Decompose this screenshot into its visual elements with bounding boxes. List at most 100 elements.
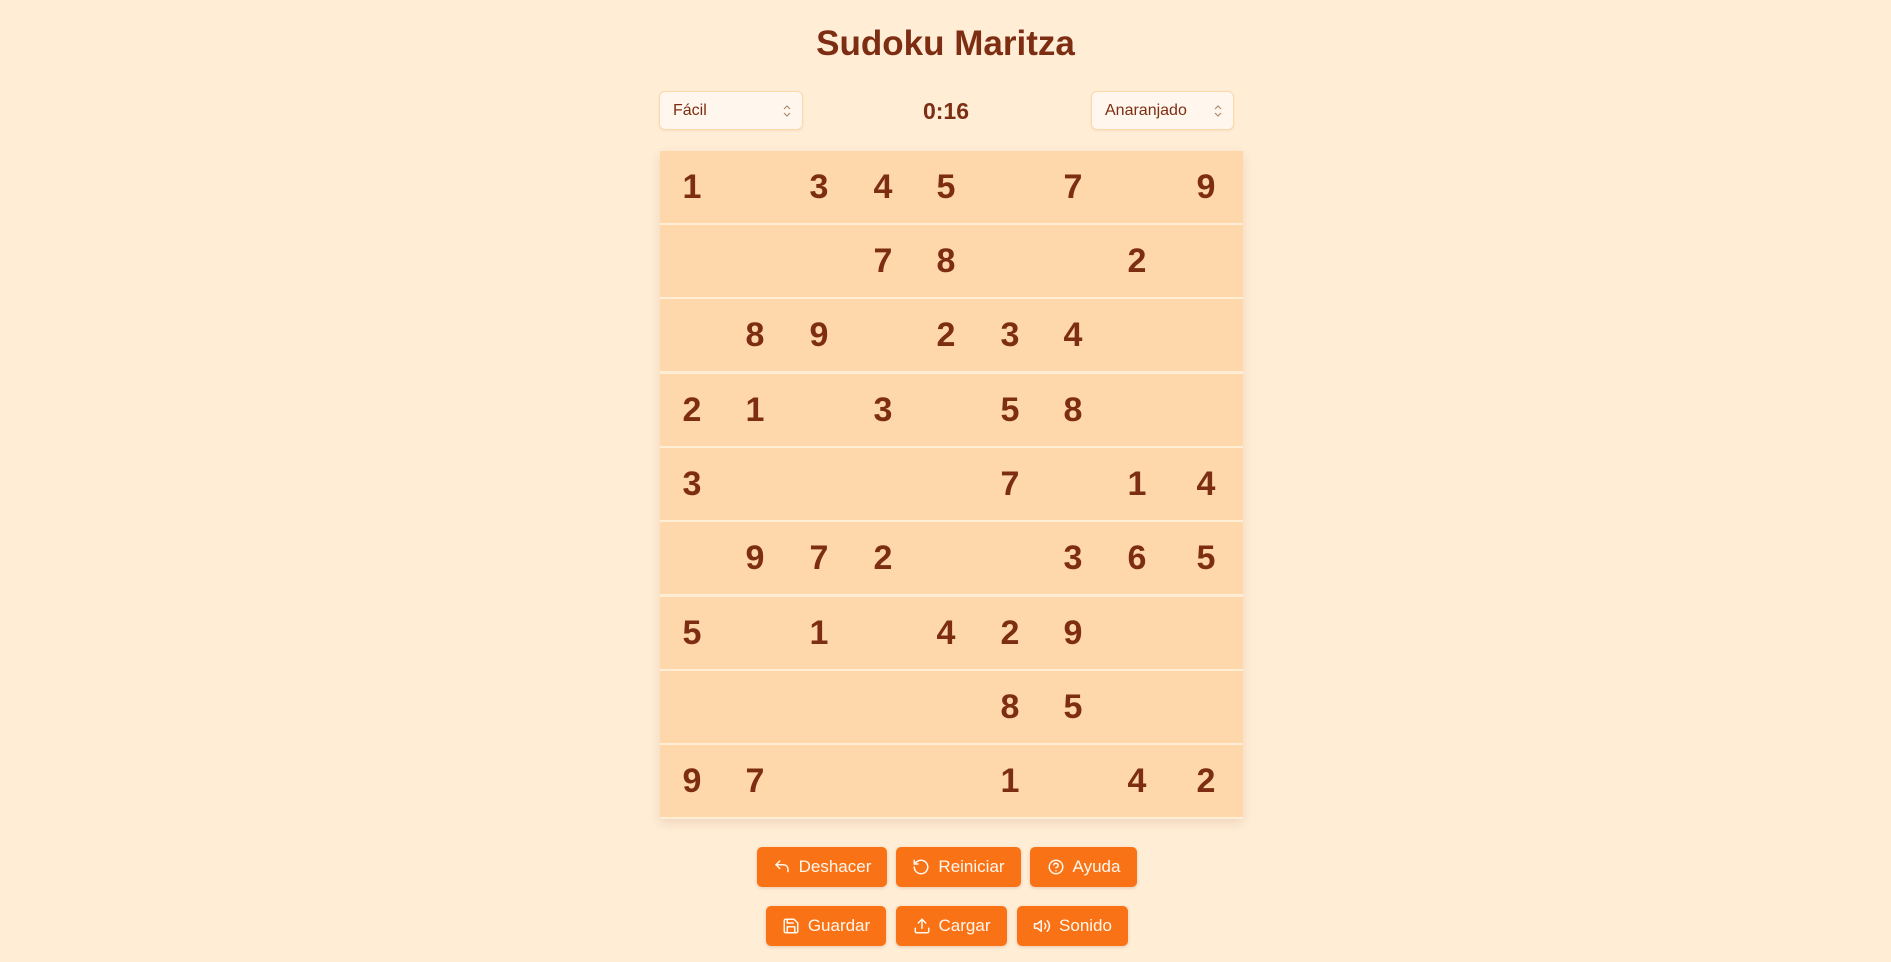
- sudoku-cell[interactable]: 9: [660, 745, 724, 817]
- sudoku-cell[interactable]: [1105, 151, 1169, 223]
- sudoku-cell[interactable]: 7: [851, 225, 915, 297]
- sudoku-cell[interactable]: [723, 448, 787, 520]
- sudoku-cell[interactable]: [787, 745, 851, 817]
- load-button[interactable]: Cargar: [896, 906, 1007, 946]
- sudoku-cell[interactable]: 9: [1169, 151, 1243, 223]
- sudoku-cell[interactable]: 5: [1041, 671, 1105, 743]
- sudoku-cell[interactable]: 2: [978, 597, 1042, 669]
- sudoku-cell[interactable]: 4: [1169, 448, 1243, 520]
- sudoku-board: 1345797828923421358371497236551429859714…: [660, 151, 1243, 819]
- reset-button-label: Reiniciar: [938, 857, 1005, 876]
- sudoku-cell[interactable]: [787, 671, 851, 743]
- sudoku-cell[interactable]: [1105, 597, 1169, 669]
- sudoku-cell[interactable]: [851, 597, 915, 669]
- sudoku-cell[interactable]: [1041, 448, 1105, 520]
- sudoku-cell[interactable]: 2: [851, 522, 915, 594]
- sudoku-cell[interactable]: 1: [660, 151, 724, 223]
- sudoku-cell[interactable]: [723, 225, 787, 297]
- sudoku-cell[interactable]: [1105, 374, 1169, 446]
- sudoku-cell[interactable]: 3: [1041, 522, 1105, 594]
- undo-button[interactable]: Deshacer: [757, 847, 887, 887]
- page-title: Sudoku Maritza: [816, 24, 1075, 63]
- sudoku-cell[interactable]: 9: [1041, 597, 1105, 669]
- sudoku-cell[interactable]: [914, 745, 978, 817]
- sudoku-cell[interactable]: [787, 225, 851, 297]
- sudoku-cell[interactable]: [1041, 745, 1105, 817]
- sudoku-cell[interactable]: 1: [723, 374, 787, 446]
- sudoku-cell[interactable]: [723, 671, 787, 743]
- sudoku-cell[interactable]: [914, 522, 978, 594]
- sudoku-cell[interactable]: 4: [1105, 745, 1169, 817]
- sudoku-cell[interactable]: [914, 671, 978, 743]
- sound-button[interactable]: Sonido: [1017, 906, 1128, 946]
- sudoku-cell[interactable]: [1169, 597, 1243, 669]
- sudoku-cell[interactable]: [1041, 225, 1105, 297]
- sudoku-cell[interactable]: 5: [1169, 522, 1243, 594]
- sudoku-cell[interactable]: 7: [978, 448, 1042, 520]
- theme-select[interactable]: Anaranjado: [1091, 91, 1234, 130]
- sudoku-cell[interactable]: 9: [723, 522, 787, 594]
- sudoku-cell[interactable]: [978, 225, 1042, 297]
- upload-icon: [914, 918, 930, 934]
- sudoku-cell[interactable]: 3: [978, 299, 1042, 371]
- sudoku-cell[interactable]: 9: [787, 299, 851, 371]
- sudoku-cell[interactable]: [1169, 299, 1243, 371]
- sudoku-cell[interactable]: [660, 671, 724, 743]
- sudoku-cell[interactable]: 6: [1105, 522, 1169, 594]
- sudoku-cell[interactable]: [723, 597, 787, 669]
- sudoku-cell[interactable]: 3: [660, 448, 724, 520]
- sudoku-cell[interactable]: [978, 151, 1042, 223]
- sudoku-cell[interactable]: 4: [851, 151, 915, 223]
- sudoku-cell[interactable]: [914, 448, 978, 520]
- sudoku-cell[interactable]: 5: [914, 151, 978, 223]
- sudoku-cell[interactable]: [1105, 299, 1169, 371]
- sudoku-cell[interactable]: 7: [723, 745, 787, 817]
- sudoku-cell[interactable]: 2: [1105, 225, 1169, 297]
- sudoku-cell[interactable]: 3: [787, 151, 851, 223]
- sudoku-cell[interactable]: 1: [787, 597, 851, 669]
- sudoku-cell[interactable]: [660, 299, 724, 371]
- sudoku-cell[interactable]: [723, 151, 787, 223]
- sudoku-cell[interactable]: [787, 448, 851, 520]
- sudoku-cell[interactable]: [851, 671, 915, 743]
- sudoku-cell[interactable]: [851, 448, 915, 520]
- sudoku-cell[interactable]: 7: [1041, 151, 1105, 223]
- sudoku-cell[interactable]: [851, 299, 915, 371]
- sudoku-cell[interactable]: 4: [914, 597, 978, 669]
- rotate-ccw-icon: [913, 859, 929, 875]
- sudoku-cell[interactable]: 8: [914, 225, 978, 297]
- sudoku-cell[interactable]: 3: [851, 374, 915, 446]
- sudoku-cell[interactable]: 8: [1041, 374, 1105, 446]
- save-button-label: Guardar: [807, 916, 871, 935]
- sudoku-cell[interactable]: [1105, 671, 1169, 743]
- sudoku-cell[interactable]: 1: [1105, 448, 1169, 520]
- sudoku-cell[interactable]: [1169, 374, 1243, 446]
- sudoku-cell[interactable]: [660, 225, 724, 297]
- save-button[interactable]: Guardar: [766, 906, 886, 946]
- sudoku-cell[interactable]: [1169, 671, 1243, 743]
- help-button-label: Ayuda: [1072, 857, 1121, 876]
- undo-button-label: Deshacer: [798, 857, 872, 876]
- reset-button[interactable]: Reiniciar: [896, 847, 1021, 887]
- sudoku-cell[interactable]: 2: [660, 374, 724, 446]
- sudoku-cell[interactable]: 8: [723, 299, 787, 371]
- sudoku-cell[interactable]: [914, 374, 978, 446]
- sudoku-cell[interactable]: 1: [978, 745, 1042, 817]
- sudoku-cell[interactable]: 8: [978, 671, 1042, 743]
- sudoku-cell[interactable]: [1169, 225, 1243, 297]
- sudoku-cell[interactable]: 4: [1041, 299, 1105, 371]
- sudoku-cell[interactable]: [787, 374, 851, 446]
- sudoku-cell[interactable]: 2: [914, 299, 978, 371]
- difficulty-select[interactable]: Fácil: [659, 91, 803, 130]
- load-button-label: Cargar: [938, 916, 991, 935]
- help-button[interactable]: Ayuda: [1030, 847, 1137, 887]
- sudoku-cell[interactable]: 5: [978, 374, 1042, 446]
- sudoku-cell[interactable]: 2: [1169, 745, 1243, 817]
- save-icon: [783, 918, 799, 934]
- sudoku-cell[interactable]: 7: [787, 522, 851, 594]
- undo-icon: [774, 860, 789, 873]
- sudoku-cell[interactable]: 5: [660, 597, 724, 669]
- sudoku-cell[interactable]: [660, 522, 724, 594]
- sudoku-cell[interactable]: [978, 522, 1042, 594]
- sudoku-cell[interactable]: [851, 745, 915, 817]
